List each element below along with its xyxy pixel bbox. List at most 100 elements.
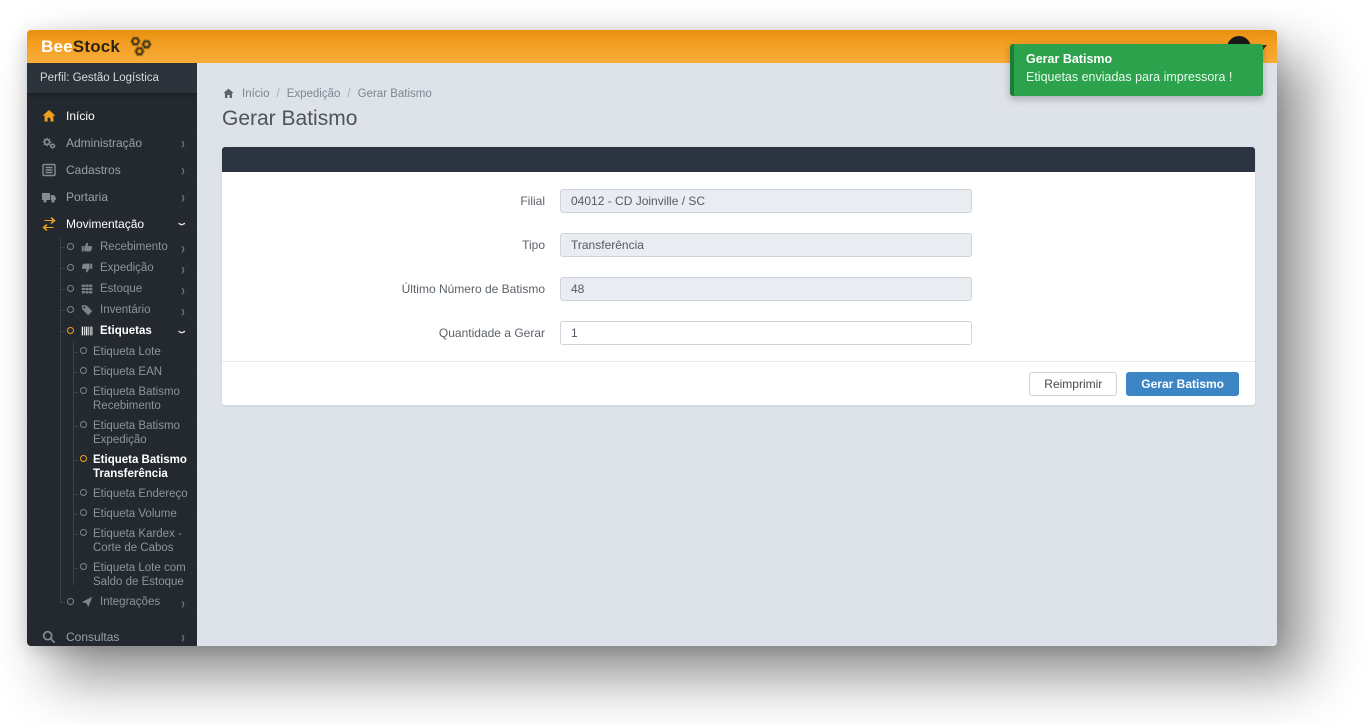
sidebar-item-recebimento[interactable]: Recebimento › — [27, 237, 197, 258]
sidebar-item-etiqueta-volume[interactable]: Etiqueta Volume — [27, 504, 197, 524]
sidebar-item-etiquetas[interactable]: Etiquetas › — [27, 321, 197, 342]
chevron-right-icon: › — [181, 280, 185, 300]
sidebar-item-etiqueta-lote-saldo[interactable]: Etiqueta Lote com Saldo de Estoque — [27, 558, 197, 592]
chevron-down-icon: › — [173, 330, 193, 334]
truck-icon — [41, 189, 57, 205]
etiquetas-submenu: Etiqueta Lote Etiqueta EAN Etiqueta Bati… — [27, 342, 197, 592]
form-row-tipo: Tipo — [222, 233, 1255, 257]
form-row-quantidade: Quantidade a Gerar — [222, 321, 1255, 345]
field-label: Último Número de Batismo — [222, 282, 560, 296]
sidebar-item-label: Etiqueta Lote com Saldo de Estoque — [93, 561, 189, 589]
chevron-right-icon: › — [181, 160, 185, 180]
form-footer: Reimprimir Gerar Batismo — [222, 361, 1255, 405]
toast-title: Gerar Batismo — [1026, 52, 1253, 66]
home-icon — [41, 108, 57, 124]
form-body: Filial Tipo Último Número de Batismo Qua… — [222, 172, 1255, 361]
sidebar-menu: Início Administração › Cadastros › — [27, 93, 197, 646]
gears-icon — [41, 135, 57, 151]
sidebar-item-label: Cadastros — [66, 163, 181, 177]
sidebar-item-label: Etiqueta Batismo Expedição — [93, 419, 189, 447]
breadcrumb-link-inicio[interactable]: Início — [242, 88, 270, 100]
sidebar-item-label: Etiqueta Batismo Transferência — [93, 453, 189, 481]
chevron-right-icon: › — [181, 259, 185, 279]
reimprimir-button[interactable]: Reimprimir — [1029, 372, 1117, 396]
sidebar-item-etiqueta-kardex[interactable]: Etiqueta Kardex - Corte de Cabos — [27, 524, 197, 558]
chevron-right-icon: › — [181, 133, 185, 153]
tag-icon — [80, 303, 94, 317]
bullet-icon — [80, 421, 87, 428]
logo-text-bee: Bee — [41, 37, 73, 57]
sidebar-item-estoque[interactable]: Estoque › — [27, 279, 197, 300]
form-row-filial: Filial — [222, 189, 1255, 213]
bullet-icon — [67, 598, 74, 605]
sidebar-item-consultas[interactable]: Consultas › — [27, 623, 197, 646]
breadcrumb-separator: / — [347, 88, 350, 100]
chevron-right-icon: › — [181, 593, 185, 613]
bullet-icon — [67, 264, 74, 271]
sidebar-item-inventario[interactable]: Inventário › — [27, 300, 197, 321]
grid-icon — [80, 282, 94, 296]
chevron-right-icon: › — [181, 627, 185, 646]
sidebar-item-cadastros[interactable]: Cadastros › — [27, 156, 197, 183]
bullet-icon — [80, 489, 87, 496]
sidebar-item-etiqueta-batismo-recebimento[interactable]: Etiqueta Batismo Recebimento — [27, 382, 197, 416]
sidebar-item-label: Etiqueta Endereço — [93, 487, 188, 501]
sidebar-item-label: Etiqueta Kardex - Corte de Cabos — [93, 527, 189, 555]
sidebar-item-inicio[interactable]: Início — [27, 102, 197, 129]
exchange-icon — [41, 216, 57, 232]
list-icon — [41, 162, 57, 178]
profile-label: Perfil: Gestão Logística — [40, 72, 159, 84]
sidebar-item-etiqueta-ean[interactable]: Etiqueta EAN — [27, 362, 197, 382]
beestock-logo[interactable]: BeeStock — [27, 34, 155, 60]
movimentacao-submenu: Recebimento › Expedição › Estoque › — [27, 237, 197, 613]
logo-text-stock: Stock — [73, 37, 120, 57]
field-label: Quantidade a Gerar — [222, 326, 560, 340]
sidebar-item-etiqueta-batismo-transferencia[interactable]: Etiqueta Batismo Transferência — [27, 450, 197, 484]
form-panel: Filial Tipo Último Número de Batismo Qua… — [222, 147, 1255, 405]
field-label: Tipo — [222, 238, 560, 252]
form-row-ultimo-numero: Último Número de Batismo — [222, 277, 1255, 301]
sidebar-item-administracao[interactable]: Administração › — [27, 129, 197, 156]
quantidade-a-gerar-field[interactable] — [560, 321, 972, 345]
toast-message: Etiquetas enviadas para impressora ! — [1026, 70, 1253, 84]
honeycomb-icon — [125, 34, 155, 60]
bullet-icon — [80, 347, 87, 354]
home-icon — [222, 87, 235, 100]
sidebar: Perfil: Gestão Logística Início Administ… — [27, 63, 197, 646]
search-icon — [41, 629, 57, 645]
sidebar-item-portaria[interactable]: Portaria › — [27, 183, 197, 210]
send-icon — [80, 595, 94, 609]
sidebar-item-label: Consultas — [66, 630, 181, 644]
ultimo-numero-batismo-field — [560, 277, 972, 301]
app-window: BeeStock — [27, 30, 1277, 646]
breadcrumb-link-expedicao[interactable]: Expedição — [287, 88, 341, 100]
bullet-icon — [67, 306, 74, 313]
chevron-right-icon: › — [181, 238, 185, 258]
sidebar-item-etiqueta-lote[interactable]: Etiqueta Lote — [27, 342, 197, 362]
sidebar-item-movimentacao[interactable]: Movimentação › — [27, 210, 197, 237]
thumbs-up-icon — [80, 240, 94, 254]
sidebar-item-label: Etiqueta EAN — [93, 365, 162, 379]
sidebar-item-etiqueta-endereco[interactable]: Etiqueta Endereço — [27, 484, 197, 504]
bullet-icon — [80, 455, 87, 462]
breadcrumb-separator: / — [277, 88, 280, 100]
chevron-down-icon: › — [173, 222, 193, 226]
bullet-icon — [67, 327, 74, 334]
sidebar-item-label: Integrações — [100, 595, 177, 609]
bullet-icon — [67, 243, 74, 250]
sidebar-item-label: Etiquetas — [100, 324, 177, 338]
field-label: Filial — [222, 194, 560, 208]
sidebar-item-etiqueta-batismo-expedicao[interactable]: Etiqueta Batismo Expedição — [27, 416, 197, 450]
page-title: Gerar Batismo — [222, 107, 1277, 131]
bullet-icon — [67, 285, 74, 292]
sidebar-item-label: Expedição — [100, 261, 177, 275]
bullet-icon — [80, 387, 87, 394]
sidebar-item-integracoes[interactable]: Integrações › — [27, 592, 197, 613]
bullet-icon — [80, 529, 87, 536]
sidebar-item-label: Recebimento — [100, 240, 177, 254]
toast-notification[interactable]: Gerar Batismo Etiquetas enviadas para im… — [1010, 44, 1263, 96]
bullet-icon — [80, 367, 87, 374]
sidebar-item-expedicao[interactable]: Expedição › — [27, 258, 197, 279]
gerar-batismo-button[interactable]: Gerar Batismo — [1126, 372, 1239, 396]
main-content: Início / Expedição / Gerar Batismo Gerar… — [197, 63, 1277, 646]
